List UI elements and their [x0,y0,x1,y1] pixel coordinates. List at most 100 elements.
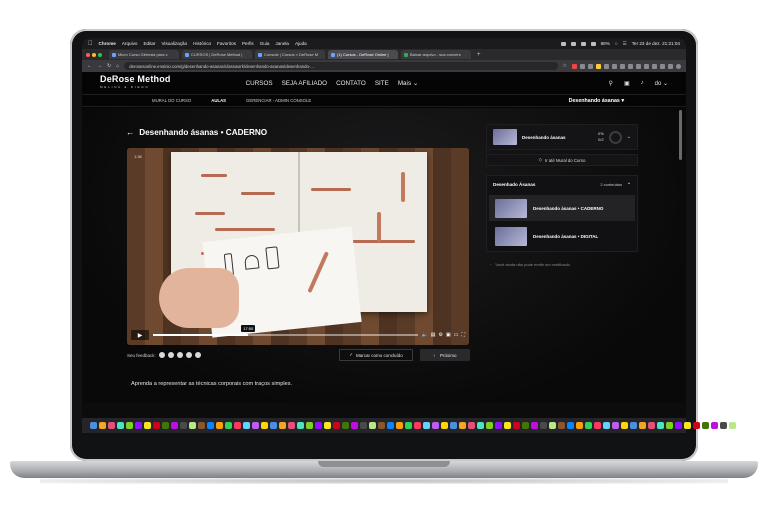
video-progress-bar[interactable]: 17:50 [153,325,418,336]
extension-icon[interactable] [620,63,625,69]
back-arrow-icon[interactable]: ← [126,128,134,137]
theater-mode-icon[interactable]: ▭ [454,332,459,338]
extension-icon[interactable] [612,63,617,69]
extension-icon[interactable] [604,63,609,69]
zoom-window-button[interactable] [98,52,102,57]
feedback-emoji-4[interactable] [185,352,192,358]
extension-icon[interactable] [588,63,593,69]
fullscreen-icon[interactable]: ⛶ [461,332,465,338]
go-to-mural-button[interactable]: ◇ Ir até Mural do Curso [486,154,638,166]
status-icon[interactable] [590,41,596,46]
lesson-item[interactable]: Desenhando ásanas • DIGITAL [489,223,635,249]
dock-app-icon[interactable] [315,422,322,429]
nav-contato[interactable]: CONTATO [336,80,366,87]
browser-tab-active[interactable]: (1) Cursos - DeRose Online | [328,50,398,59]
nav-site[interactable]: SITE [375,80,389,87]
video-player[interactable]: 1:36 ▶ 17:50 🔈 ▤ ⚙ ▣ ▭ ⛶ [127,148,469,345]
status-icon[interactable] [580,41,586,46]
search-icon[interactable]: ⚲ [609,80,613,87]
feedback-emoji-5[interactable] [194,352,201,358]
dock-app-icon[interactable] [333,422,340,429]
nav-mais[interactable]: Mais ⌄ [398,80,418,87]
settings-gear-icon[interactable]: ⚙ [439,332,443,338]
dock-app-icon[interactable] [585,422,592,429]
menubar-app-name[interactable]: Chrome [99,41,116,46]
course-progress-card[interactable]: Desenhando ásanas 0% 0/2 ⌄ [486,124,638,150]
dock-app-icon[interactable] [639,422,646,429]
dock-app-icon[interactable] [576,422,583,429]
dock-app-icon[interactable] [423,422,430,429]
dock-app-icon[interactable] [432,422,439,429]
extension-icon[interactable] [644,63,649,69]
dock-app-icon[interactable] [279,422,286,429]
play-icon[interactable]: ▶ [131,330,149,340]
extension-icon[interactable] [636,63,641,69]
site-logo[interactable]: DeRose Method MELINA & DIEGO [100,75,171,91]
menu-visualizacao[interactable]: Visualização [161,41,187,46]
module-header[interactable]: Desenhado Ásanas 2 conteúdos ⌃ [487,176,637,193]
dock-app-icon[interactable] [198,422,205,429]
bell-icon[interactable]: ♪ [641,80,644,87]
dock-app-icon[interactable] [270,422,277,429]
dock-app-icon[interactable] [90,422,97,429]
bookmark-star-icon[interactable]: ☆ [563,63,567,69]
dock-app-icon[interactable] [261,422,268,429]
menu-janela[interactable]: Janela [275,41,289,46]
dock-app-icon[interactable] [693,422,700,429]
status-icon[interactable] [560,41,566,46]
dock-app-icon[interactable] [549,422,556,429]
dock-app-icon[interactable] [117,422,124,429]
control-center-icon[interactable]: ☰ [623,41,627,47]
extension-icon[interactable] [596,63,601,69]
extension-icon[interactable] [580,63,585,69]
extension-icon[interactable] [572,63,577,69]
dock-app-icon[interactable] [405,422,412,429]
dock-app-icon[interactable] [351,422,358,429]
dock-app-icon[interactable] [666,422,673,429]
dock-app-icon[interactable] [567,422,574,429]
new-tab-button[interactable]: + [477,52,481,58]
dock-app-icon[interactable] [621,422,628,429]
dock-app-icon[interactable] [450,422,457,429]
menu-ajuda[interactable]: Ajuda [295,41,307,46]
browser-tab[interactable]: Micro Curso Gênesis para c [109,50,179,59]
dock-app-icon[interactable] [153,422,160,429]
close-window-button[interactable] [86,52,90,57]
dock-app-icon[interactable] [630,422,637,429]
dock-app-icon[interactable] [324,422,331,429]
page-scrollbar[interactable] [679,110,682,160]
dock-app-icon[interactable] [657,422,664,429]
dock-app-icon[interactable] [180,422,187,429]
chevron-down-icon[interactable]: ⌄ [627,134,631,140]
dock-app-icon[interactable] [414,422,421,429]
dock-app-icon[interactable] [144,422,151,429]
dock-app-icon[interactable] [171,422,178,429]
dock-app-icon[interactable] [225,422,232,429]
dock-app-icon[interactable] [288,422,295,429]
dock-app-icon[interactable] [108,422,115,429]
address-bar[interactable]: derosesonline.ensinio.com/g/desenhando-a… [124,62,558,70]
dock-app-icon[interactable] [495,422,502,429]
menubar-datetime[interactable]: Ter 23 de dez. 21:21:04 [632,41,680,46]
dock-app-icon[interactable] [162,422,169,429]
dock-app-icon[interactable] [648,422,655,429]
account-menu-icon[interactable]: do ⌄ [655,80,668,87]
course-selector[interactable]: Desenhando ásanas ▾ [569,98,624,104]
mark-complete-button[interactable]: ✓ Marcar como concluído [339,349,413,361]
menu-historico[interactable]: Histórico [193,41,211,46]
forward-arrow-icon[interactable]: → [97,63,102,69]
nav-cursos[interactable]: CURSOS [246,80,273,87]
captions-icon[interactable]: ▤ [431,332,436,338]
dock-app-icon[interactable] [396,422,403,429]
dock-app-icon[interactable] [243,422,250,429]
dock-app-icon[interactable] [603,422,610,429]
dock-app-icon[interactable] [684,422,691,429]
dock-app-icon[interactable] [216,422,223,429]
dock-app-icon[interactable] [513,422,520,429]
next-lesson-button[interactable]: › Próximo [420,349,470,361]
dock-app-icon[interactable] [306,422,313,429]
dock-app-icon[interactable] [477,422,484,429]
profile-avatar[interactable] [676,63,681,69]
dock-app-icon[interactable] [189,422,196,429]
feedback-emoji-3[interactable] [176,352,183,358]
